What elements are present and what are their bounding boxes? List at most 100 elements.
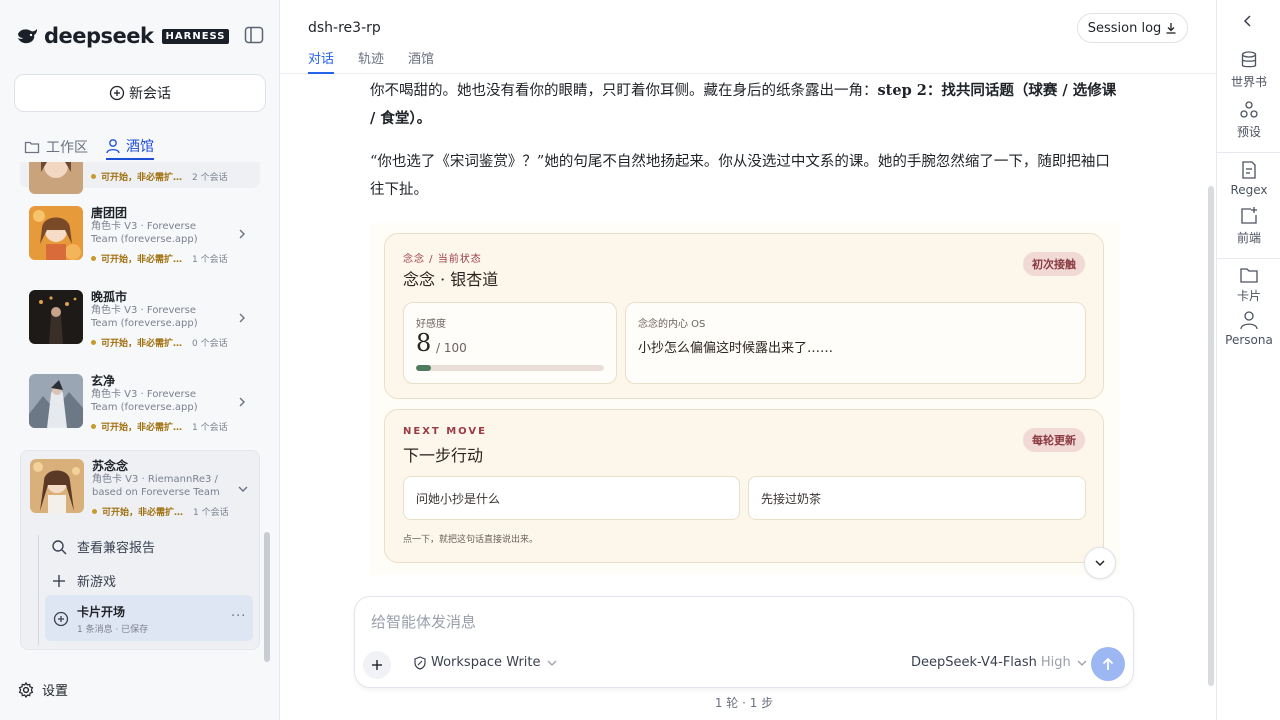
mode-select[interactable]: Workspace Write (413, 655, 563, 670)
affinity-bar-fill (416, 365, 432, 371)
tab-workspace-label: 工作区 (46, 140, 88, 156)
tab-workspace[interactable]: 工作区 (24, 134, 88, 160)
chevron-down-icon (1095, 560, 1105, 567)
paragraph-text: 你不喝甜的。她也没有看你的眼睛，只盯着你耳侧。藏在身后的纸条露出一角： (370, 83, 878, 99)
rail-item-label: 预设 (1236, 125, 1261, 139)
tab-tavern[interactable]: 酒馆 (408, 48, 434, 74)
rail-item-worldbook[interactable]: 世界书 (1217, 50, 1280, 90)
session-count: 1 个会话 (192, 255, 228, 265)
inner-os-panel: 念念的内心 OS 小抄怎么偏偏这时候露出来了…… (625, 302, 1086, 384)
plus-icon (372, 660, 382, 670)
status-dot (91, 424, 96, 429)
character-name: 唐团团 (91, 206, 128, 220)
search-icon (52, 539, 67, 554)
new-chat-button[interactable]: 新会话 (14, 74, 266, 112)
sidebar-tabs: 工作区 酒馆 (24, 134, 172, 162)
chat-scrollbar[interactable] (1208, 186, 1214, 686)
database-icon (1241, 51, 1257, 68)
avatar[interactable] (30, 459, 84, 513)
status-text: 可开始，非必需扩… (101, 423, 183, 433)
chevron-right-icon[interactable] (236, 228, 248, 240)
status-dot (91, 256, 96, 261)
session-more-button[interactable]: ··· (231, 609, 246, 624)
session-count: 1 个会话 (193, 508, 229, 518)
sidebar-scrollbar[interactable] (264, 532, 270, 662)
plus-icon (53, 574, 65, 587)
status-dot (92, 509, 97, 514)
sidebar: deepseek HARNESS 新会话 工作区 酒馆 可开始，非必需扩… 2 … (0, 0, 280, 720)
status-badge: 初次接触 (1023, 252, 1085, 276)
download-icon (1166, 23, 1176, 34)
status-text: 可开始，非必需扩… (101, 339, 183, 349)
compat-report-label: 查看兼容报告 (77, 541, 156, 556)
character-item[interactable]: 可开始，非必需扩… 2 个会话 (20, 162, 260, 194)
rail-item-persona[interactable]: Persona (1217, 310, 1280, 347)
character-status: 可开始，非必需扩… 1 个会话 (91, 420, 228, 433)
next-move-option[interactable]: 问她小抄是什么 (403, 476, 740, 520)
chevron-right-icon[interactable] (236, 396, 248, 408)
message-paragraph: “你也选了《宋词鉴赏》？”她的句尾不自然地扬起来。你从没选过中文系的课。她的手腕… (370, 154, 1110, 198)
compat-report-button[interactable]: 查看兼容报告 (51, 537, 155, 556)
attach-button[interactable] (363, 651, 391, 679)
new-game-label: 新游戏 (77, 575, 117, 590)
session-log-label: Session log (1087, 20, 1162, 36)
tab-tavern[interactable]: 酒馆 (106, 134, 154, 160)
preset-icon (1240, 101, 1258, 118)
character-item-wanigushi[interactable]: 晚孤市 角色卡 V3 · Foreverse Team (foreverse.a… (20, 282, 260, 360)
status-text: 可开始，非必需扩… (101, 255, 183, 265)
scroll-to-bottom-button[interactable] (1084, 547, 1116, 579)
settings-button[interactable]: 设置 (18, 680, 68, 699)
rail-item-label: 世界书 (1230, 75, 1267, 89)
message-composer: Workspace Write DeepSeek-V4-Flash High (354, 596, 1134, 688)
whale-logo-icon (18, 29, 37, 44)
rail-item-label: Regex (1230, 183, 1268, 197)
affinity-max: / 100 (436, 341, 467, 355)
affinity-label: 好感度 (416, 319, 446, 330)
tree-line (38, 535, 39, 645)
plus-circle-icon (53, 611, 69, 627)
session-meta: 1 条消息 · 已保存 (77, 625, 149, 635)
plus-circle-icon (109, 85, 125, 101)
chevron-right-icon[interactable] (236, 312, 248, 324)
person-icon (1240, 311, 1258, 330)
rail-item-preset[interactable]: 预设 (1217, 100, 1280, 140)
new-chat-label: 新会话 (129, 86, 171, 102)
status-text: 可开始，非必需扩… (102, 508, 184, 518)
session-log-button[interactable]: Session log (1077, 13, 1188, 43)
mode-label: Workspace Write (431, 655, 541, 670)
sidebar-toggle-icon[interactable] (244, 26, 264, 44)
chevron-down-icon[interactable] (237, 483, 249, 495)
rail-item-frontend[interactable]: 前端 (1217, 206, 1280, 246)
rail-item-cards[interactable]: 卡片 (1217, 266, 1280, 304)
regex-icon (1242, 161, 1256, 179)
card-title: 下一步行动 (403, 446, 484, 465)
message-paragraph: 你不喝甜的。她也没有看你的眼睛，只盯着你耳侧。藏在身后的纸条露出一角：step … (370, 77, 1120, 133)
folder-icon (24, 141, 40, 154)
brand[interactable]: deepseek HARNESS (16, 24, 230, 48)
character-item-tangtuantuan[interactable]: 唐团团 角色卡 V3 · Foreverse Team (foreverse.a… (20, 198, 260, 276)
settings-label: 设置 (42, 684, 69, 699)
status-card: 念念 / 当前状态 念念 · 银杏道 初次接触 好感度 8 / 100 念念的内… (384, 233, 1104, 399)
avatar (29, 206, 83, 260)
tab-trajectory[interactable]: 轨迹 (358, 48, 384, 74)
model-select[interactable]: DeepSeek-V4-Flash High (911, 655, 1089, 670)
arrow-up-icon (1102, 657, 1114, 670)
new-game-button[interactable]: 新游戏 (51, 571, 116, 590)
next-move-option[interactable]: 先接过奶茶 (748, 476, 1086, 520)
frontend-icon (1241, 207, 1257, 224)
rail-divider (1217, 258, 1280, 259)
character-name[interactable]: 苏念念 (92, 457, 128, 474)
send-button[interactable] (1091, 647, 1125, 681)
chevron-left-icon[interactable] (1241, 14, 1255, 28)
character-item-xuanjing[interactable]: 玄净 角色卡 V3 · Foreverse Team (foreverse.ap… (20, 366, 260, 444)
main-panel: dsh-re3-rp 对话 轨迹 酒馆 Session log 你不喝甜的。她也… (280, 0, 1216, 720)
rail-item-regex[interactable]: Regex (1217, 160, 1280, 197)
session-count: 2 个会话 (192, 173, 228, 183)
message-input[interactable] (371, 609, 1111, 635)
card-eyebrow: NEXT MOVE (403, 426, 487, 437)
character-name: 玄净 (91, 374, 116, 388)
tab-chat[interactable]: 对话 (308, 48, 335, 74)
model-level: High (1040, 655, 1071, 670)
character-meta: 角色卡 V3 · Foreverse Team (foreverse.app) (91, 305, 198, 329)
next-move-hint: 点一下，就把这句话直接说出来。 (403, 535, 539, 545)
